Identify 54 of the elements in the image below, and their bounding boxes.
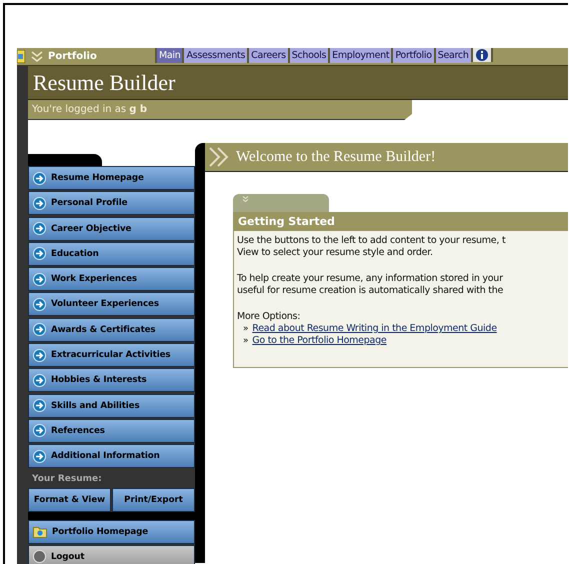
- info-button[interactable]: [470, 48, 493, 62]
- arrow-circle-icon: [33, 222, 46, 236]
- sidebar-button[interactable]: Volunteer Experiences: [28, 292, 195, 316]
- arrow-circle-icon: [33, 424, 46, 438]
- sidebar-button[interactable]: Work Experiences: [28, 267, 195, 292]
- login-status: You're logged in as g b: [32, 104, 148, 115]
- arrow-circle-icon: [33, 247, 46, 260]
- sidebar-button[interactable]: References: [28, 418, 195, 443]
- nav-tab[interactable]: Main: [155, 48, 182, 63]
- resume-button[interactable]: Print/Export: [112, 488, 195, 512]
- bullet: »: [243, 335, 248, 347]
- double-chevron-icon: [31, 51, 43, 62]
- nav-tab[interactable]: Employment: [328, 48, 392, 63]
- arrow-circle-icon: [33, 272, 46, 286]
- sidebar-button[interactable]: Skills and Abilities: [28, 394, 195, 418]
- sidebar-button[interactable]: Hobbies & Interests: [28, 368, 195, 392]
- paragraph: Use the buttons to the left to add content to your resume, t View to select your resume style and order.: [237, 235, 506, 259]
- sidebar-button[interactable]: Personal Profile: [28, 191, 195, 216]
- nav-tab[interactable]: Search: [434, 48, 471, 63]
- sidebar-button[interactable]: Awards & Certificates: [28, 318, 195, 342]
- arrow-circle-icon: [33, 196, 46, 210]
- welcome-title: Welcome to the Resume Builder!: [236, 148, 436, 166]
- arrow-circle-icon: [33, 323, 46, 336]
- sidebar-button[interactable]: Logout: [28, 544, 195, 564]
- panel-title: Getting Started: [234, 213, 568, 231]
- link[interactable]: Read about Resume Writing in the Employment Guide: [252, 323, 497, 335]
- sidebar-button[interactable]: Education: [28, 242, 195, 266]
- nav-tab[interactable]: Assessments: [182, 48, 248, 63]
- sidebar-button[interactable]: Extracurricular Activities: [28, 343, 195, 368]
- sidebar-button[interactable]: Resume Homepage: [28, 166, 195, 190]
- nav-tab[interactable]: Careers: [247, 48, 288, 63]
- sidebar-button[interactable]: Additional Information: [28, 444, 195, 468]
- double-chevron-icon: [208, 147, 230, 167]
- link[interactable]: Go to the Portfolio Homepage: [252, 335, 387, 347]
- options-label: More Options:: [237, 311, 302, 323]
- arrow-circle-icon: [33, 172, 46, 184]
- nav-tab[interactable]: Portfolio: [391, 48, 434, 63]
- bullet: »: [243, 323, 248, 335]
- resume-button[interactable]: Format & View: [28, 488, 111, 512]
- sidebar-button[interactable]: Career Objective: [28, 216, 195, 241]
- paragraph: To help create your resume, any information stored in your useful for resume creation is automatically shared with the: [237, 273, 504, 297]
- circle-icon: [33, 550, 46, 564]
- sidebar-button[interactable]: Portfolio Homepage: [28, 520, 195, 544]
- arrow-circle-icon: [33, 450, 46, 463]
- arrow-circle-icon: [33, 374, 46, 387]
- app-title: Resume Builder: [33, 70, 176, 96]
- folder-icon: [33, 525, 47, 538]
- arrow-circle-icon: [33, 348, 46, 362]
- info-icon: [476, 49, 488, 61]
- app-icon[interactable]: [17, 50, 25, 63]
- nav-tab[interactable]: Schools: [288, 48, 328, 63]
- double-chevron-icon: [242, 196, 249, 203]
- arrow-circle-icon: [33, 298, 46, 311]
- arrow-circle-icon: [33, 399, 46, 412]
